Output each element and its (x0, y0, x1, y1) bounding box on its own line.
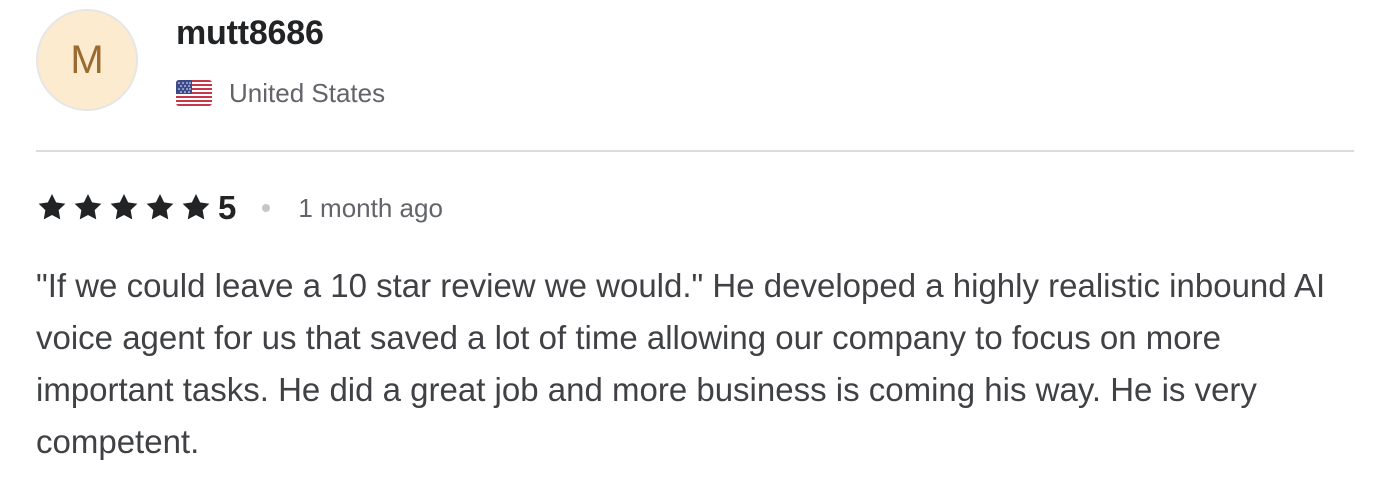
avatar[interactable]: M (36, 9, 138, 111)
star-icon (38, 194, 66, 220)
star-icon (182, 194, 210, 220)
us-flag-icon (176, 80, 212, 106)
star-rating (36, 192, 216, 224)
divider (36, 150, 1354, 152)
star-icon (110, 194, 138, 220)
separator-dot (262, 204, 271, 212)
star-icon (74, 194, 102, 220)
rating-row: 5 1 month ago (36, 186, 443, 230)
avatar-initial: M (70, 37, 104, 82)
star-icon (146, 194, 174, 220)
reviewer-username[interactable]: mutt8686 (176, 14, 324, 53)
reviewer-country: United States (229, 77, 386, 108)
reviewer-location: United States (176, 76, 385, 110)
review-time-ago: 1 month ago (298, 192, 443, 223)
rating-value: 5 (218, 189, 237, 226)
review-card: M mutt8686 United States 5 1 month ago "… (0, 0, 1400, 500)
review-text: "If we could leave a 10 star review we w… (36, 267, 1326, 460)
